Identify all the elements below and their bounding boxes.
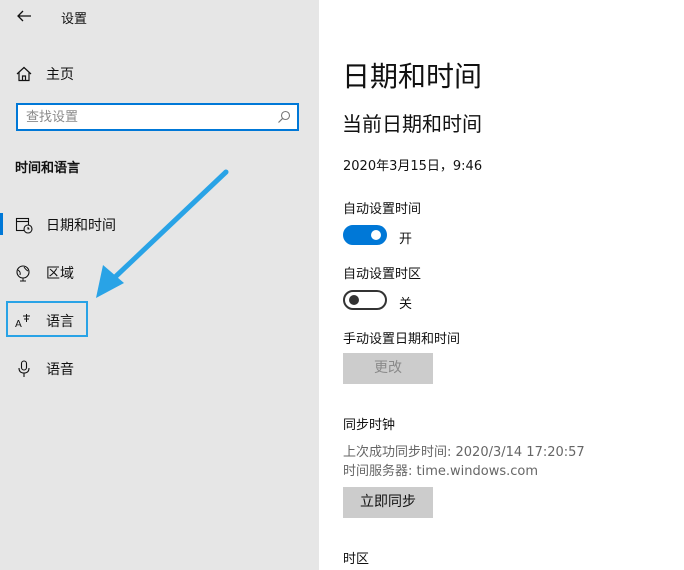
search-input[interactable]: [26, 108, 266, 126]
back-button[interactable]: [12, 4, 38, 28]
auto-time-state: 开: [399, 232, 413, 247]
search-icon[interactable]: [277, 110, 291, 124]
toggle-knob: [349, 295, 359, 305]
auto-time-label: 自动设置时间: [343, 202, 422, 217]
sidebar-item-label: 日期和时间: [46, 218, 116, 234]
section-title: 时间和语言: [15, 161, 81, 176]
change-button[interactable]: 更改: [343, 353, 433, 384]
back-arrow-icon: [17, 10, 31, 22]
auto-timezone-state: 关: [399, 297, 413, 312]
manual-set-label: 手动设置日期和时间: [343, 332, 461, 347]
page-title: 日期和时间: [342, 60, 483, 93]
auto-timezone-label: 自动设置时区: [343, 267, 422, 282]
app-title: 设置: [61, 12, 88, 27]
sync-now-button[interactable]: 立即同步: [343, 487, 433, 518]
calendar-clock-icon: [15, 217, 33, 234]
home-icon: [16, 66, 32, 82]
sidebar-item-region[interactable]: 区域: [0, 254, 319, 290]
timezone-heading: 时区: [343, 552, 370, 567]
auto-timezone-toggle[interactable]: [343, 290, 387, 310]
microphone-icon: [18, 360, 30, 377]
current-datetime-value: 2020年3月15日，9:46: [343, 159, 483, 174]
sidebar-item-date-time[interactable]: 日期和时间: [0, 206, 319, 242]
annotation-highlight-box: [6, 301, 88, 337]
last-sync-text: 上次成功同步时间: 2020/3/14 17:20:57: [343, 445, 585, 460]
globe-icon: [16, 265, 30, 282]
sidebar-item-label: 区域: [46, 266, 74, 282]
nav-home-label: 主页: [46, 67, 74, 83]
time-server-text: 时间服务器: time.windows.com: [343, 464, 539, 479]
auto-time-toggle[interactable]: [343, 225, 387, 245]
sidebar: 设置 主页 时间和语言 日期和时间 区域 A: [0, 0, 319, 570]
sidebar-item-speech[interactable]: 语音: [0, 350, 319, 386]
sync-heading: 同步时钟: [343, 418, 396, 433]
search-box[interactable]: [16, 103, 299, 131]
nav-home[interactable]: 主页: [0, 55, 319, 91]
sidebar-item-label: 语音: [46, 362, 74, 378]
toggle-knob: [371, 230, 381, 240]
current-datetime-heading: 当前日期和时间: [342, 112, 482, 136]
